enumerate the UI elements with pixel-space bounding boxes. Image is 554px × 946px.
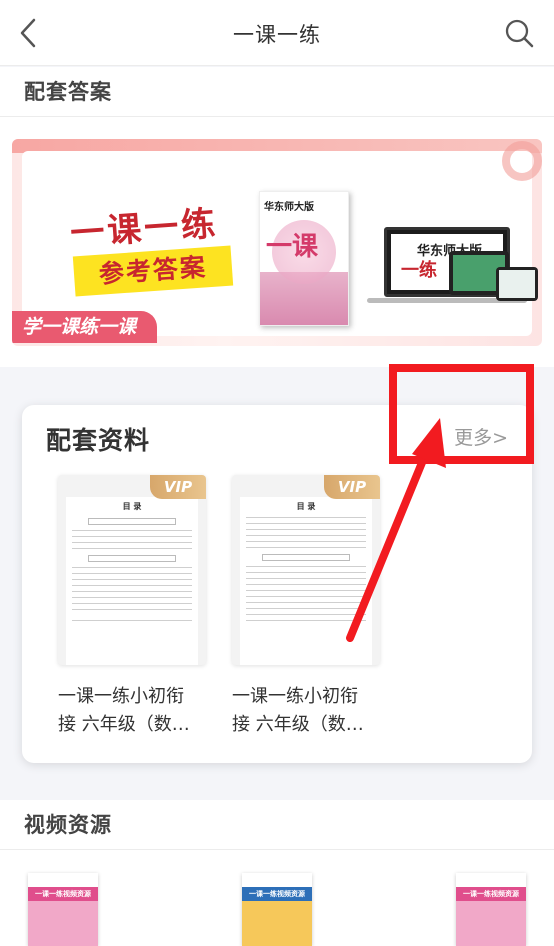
document-preview: 目 录 [240,497,372,665]
video-name: 一课一练视频资源 [242,887,312,901]
book-title: 一课 [266,232,319,262]
book-cover-image: 华东师大版 一课 [259,191,349,326]
page-title: 一课一练 [233,23,321,47]
video-name: 一课一练视频资源 [456,887,526,901]
banner-ribbon: 学一课练一课 [12,311,157,343]
material-label-line2: 接 六年级（数… [232,714,364,735]
video-section-title: 视频资源 [0,800,554,850]
material-thumbnail[interactable]: 目 录 VIP [58,475,206,665]
search-icon[interactable] [504,18,534,48]
annotation-highlight-box [389,364,534,464]
video-name: 一课一练视频资源 [28,887,98,901]
doc-title: 目 录 [296,502,316,511]
material-label[interactable]: 一课一练小初衔 接 六年级（数… [232,683,382,739]
document-preview: 目 录 [66,497,198,665]
banner-inner: 一课一练 参考答案 华东师大版 一课 华东师大版 一练 [22,141,542,336]
video-thumbnail[interactable]: 一课一练视频资源 [242,873,312,946]
materials-title: 配套资料 [46,426,151,455]
answer-section-title: 配套答案 [0,67,554,117]
video-thumbnail[interactable]: 一课一练视频资源 [28,873,98,946]
video-thumbnail[interactable]: 一课一练视频资源 [456,873,526,946]
monitor-book-title: 一练 [401,260,437,281]
vip-badge: VIP [324,475,380,499]
material-label-line1: 一课一练小初衔 [58,686,184,707]
material-thumbnail[interactable]: 目 录 VIP [232,475,380,665]
answer-banner[interactable]: 一课一练 参考答案 华东师大版 一课 华东师大版 一练 学一课练一课 [12,139,542,346]
top-navbar: 一课一练 [0,0,554,66]
video-section: 视频资源 一课一练视频资源 一课一练视频资源 一课一练视频资源 [0,800,554,946]
material-label-line1: 一课一练小初衔 [232,686,358,707]
doc-title: 目 录 [122,502,142,511]
material-label-line2: 接 六年级（数… [58,714,190,735]
banner-title: 一课一练 [69,203,220,255]
book-publisher: 华东师大版 [264,202,314,213]
material-label[interactable]: 一课一练小初衔 接 六年级（数… [58,683,208,739]
answer-section: 配套答案 一课一练 参考答案 华东师大版 一课 华东师大版 一练 学一课练一课 [0,67,554,367]
decor-ring-icon [502,141,542,181]
vip-badge: VIP [150,475,206,499]
phone-image [496,267,538,301]
